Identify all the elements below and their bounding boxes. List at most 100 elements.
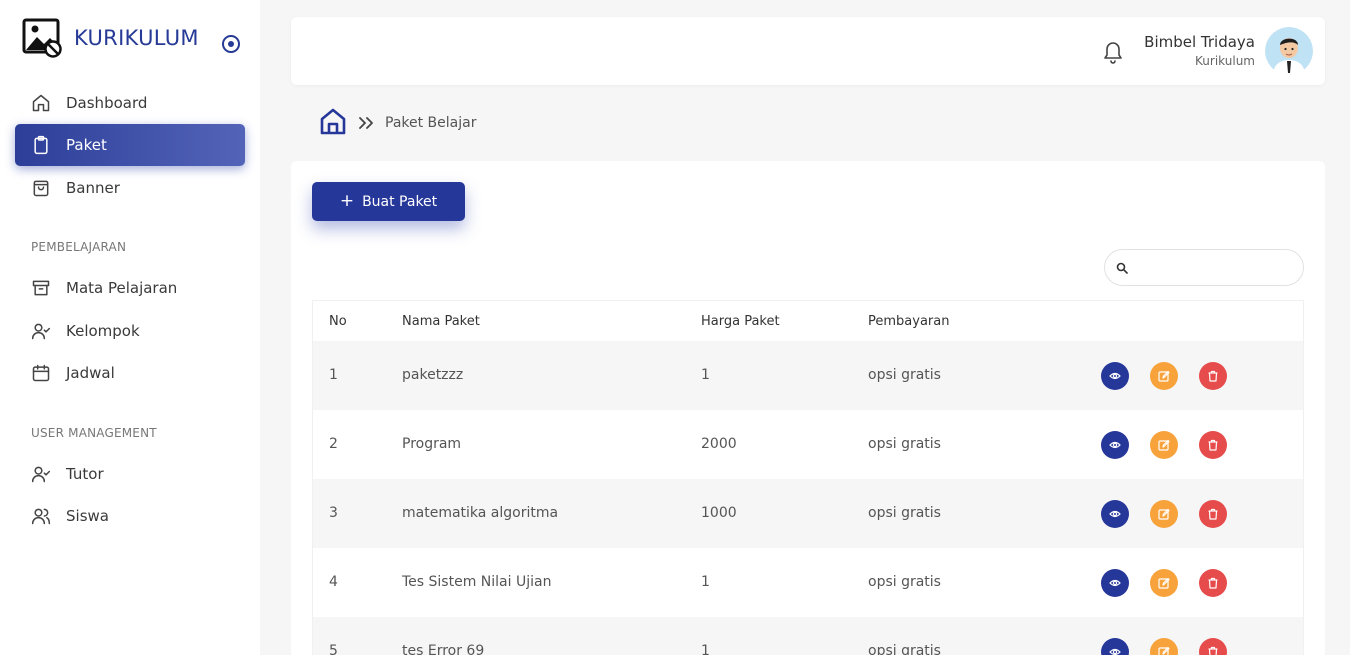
cell-payment: opsi gratis [868, 505, 941, 521]
cell-name: Tes Sistem Nilai Ujian [402, 574, 552, 590]
view-button[interactable] [1101, 362, 1129, 390]
edit-icon [1158, 508, 1170, 520]
section-title-pembelajaran: PEMBELAJARAN [31, 240, 127, 254]
search-icon [1116, 262, 1128, 274]
cell-price: 1 [701, 574, 710, 590]
table-row: 5 tes Error 69 1 opsi gratis [313, 617, 1303, 655]
trash-icon [1208, 646, 1218, 655]
top-header: Bimbel Tridaya Kurikulum [291, 17, 1325, 85]
trash-icon [1208, 370, 1218, 382]
eye-icon [1109, 372, 1121, 380]
search-input[interactable] [1133, 256, 1293, 280]
table-row: 3 matematika algoritma 1000 opsi gratis [313, 479, 1303, 548]
sidebar-item-jadwal[interactable]: Jadwal [15, 352, 245, 394]
trash-icon [1208, 439, 1218, 451]
delete-button[interactable] [1199, 500, 1227, 528]
table-row: 4 Tes Sistem Nilai Ujian 1 opsi gratis [313, 548, 1303, 617]
breadcrumb-current: Paket Belajar [385, 115, 477, 131]
cell-price: 1 [701, 643, 710, 655]
sidebar-toggle-icon[interactable] [221, 34, 241, 54]
cell-no: 4 [329, 574, 338, 590]
cell-payment: opsi gratis [868, 574, 941, 590]
edit-icon [1158, 439, 1170, 451]
delete-button[interactable] [1199, 638, 1227, 655]
edit-button[interactable] [1150, 431, 1178, 459]
users-icon [31, 508, 51, 525]
cell-payment: opsi gratis [868, 643, 941, 655]
sidebar: KURIKULUM Dashboard Paket Banner PEMBELA… [0, 0, 260, 655]
sidebar-item-label: Dashboard [66, 94, 148, 112]
cell-name: paketzzz [402, 367, 464, 383]
sidebar-item-mata-pelajaran[interactable]: Mata Pelajaran [15, 267, 245, 309]
eye-icon [1109, 579, 1121, 587]
sidebar-item-label: Tutor [66, 465, 104, 483]
view-button[interactable] [1101, 638, 1129, 655]
shopping-bag-icon [33, 180, 49, 197]
sidebar-item-label: Paket [66, 136, 107, 154]
avatar[interactable] [1265, 27, 1313, 75]
user-role: Kurikulum [1195, 54, 1255, 68]
edit-button[interactable] [1150, 362, 1178, 390]
cell-price: 2000 [701, 436, 737, 452]
user-check-icon [31, 323, 51, 340]
sidebar-item-kelompok[interactable]: Kelompok [15, 310, 245, 352]
sidebar-item-paket[interactable]: Paket [15, 124, 245, 166]
cell-no: 2 [329, 436, 338, 452]
sidebar-item-dashboard[interactable]: Dashboard [15, 82, 245, 124]
cell-name: tes Error 69 [402, 643, 485, 655]
bell-icon[interactable] [1101, 38, 1125, 64]
cell-payment: opsi gratis [868, 436, 941, 452]
plus-icon: + [339, 191, 355, 211]
edit-icon [1158, 370, 1170, 382]
cell-name: Program [402, 436, 462, 452]
trash-icon [1208, 577, 1218, 589]
cell-no: 3 [329, 505, 338, 521]
user-name: Bimbel Tridaya [1144, 33, 1255, 51]
breadcrumb-home-icon[interactable] [318, 106, 348, 136]
sidebar-item-banner[interactable]: Banner [15, 167, 245, 209]
cell-no: 5 [329, 643, 338, 655]
view-button[interactable] [1101, 569, 1129, 597]
archive-icon [32, 280, 50, 296]
delete-button[interactable] [1199, 362, 1227, 390]
column-header-no: No [329, 314, 347, 329]
image-placeholder-icon [22, 18, 62, 58]
user-check-icon [31, 466, 51, 483]
logo[interactable]: KURIKULUM [22, 18, 199, 58]
column-header-payment: Pembayaran [868, 314, 950, 329]
view-button[interactable] [1101, 431, 1129, 459]
delete-button[interactable] [1199, 431, 1227, 459]
delete-button[interactable] [1199, 569, 1227, 597]
home-icon [32, 94, 50, 112]
edit-button[interactable] [1150, 638, 1178, 655]
edit-button[interactable] [1150, 500, 1178, 528]
trash-icon [1208, 508, 1218, 520]
chevrons-right-icon [359, 117, 373, 129]
package-panel: + Buat Paket No Nama Paket Harga Paket P… [291, 161, 1325, 655]
table-row: 1 paketzzz 1 opsi gratis [313, 341, 1303, 410]
app-title: KURIKULUM [74, 26, 199, 50]
view-button[interactable] [1101, 500, 1129, 528]
eye-icon [1109, 441, 1121, 449]
eye-icon [1109, 510, 1121, 518]
edit-icon [1158, 577, 1170, 589]
sidebar-item-label: Siswa [66, 507, 109, 525]
cell-price: 1000 [701, 505, 737, 521]
cell-payment: opsi gratis [868, 367, 941, 383]
column-header-price: Harga Paket [701, 314, 780, 329]
sidebar-item-tutor[interactable]: Tutor [15, 453, 245, 495]
section-title-user-management: USER MANAGEMENT [31, 426, 157, 440]
user-avatar-icon [1265, 27, 1313, 75]
table-row: 2 Program 2000 opsi gratis [313, 410, 1303, 479]
edit-button[interactable] [1150, 569, 1178, 597]
create-package-button[interactable]: + Buat Paket [312, 182, 465, 221]
sidebar-item-siswa[interactable]: Siswa [15, 495, 245, 537]
create-package-label: Buat Paket [362, 193, 438, 210]
cell-no: 1 [329, 367, 338, 383]
cell-price: 1 [701, 367, 710, 383]
table-header: No Nama Paket Harga Paket Pembayaran [313, 301, 1303, 341]
edit-icon [1158, 646, 1170, 655]
cell-name: matematika algoritma [402, 505, 559, 521]
sidebar-item-label: Kelompok [66, 322, 140, 340]
sidebar-item-label: Jadwal [66, 364, 115, 382]
